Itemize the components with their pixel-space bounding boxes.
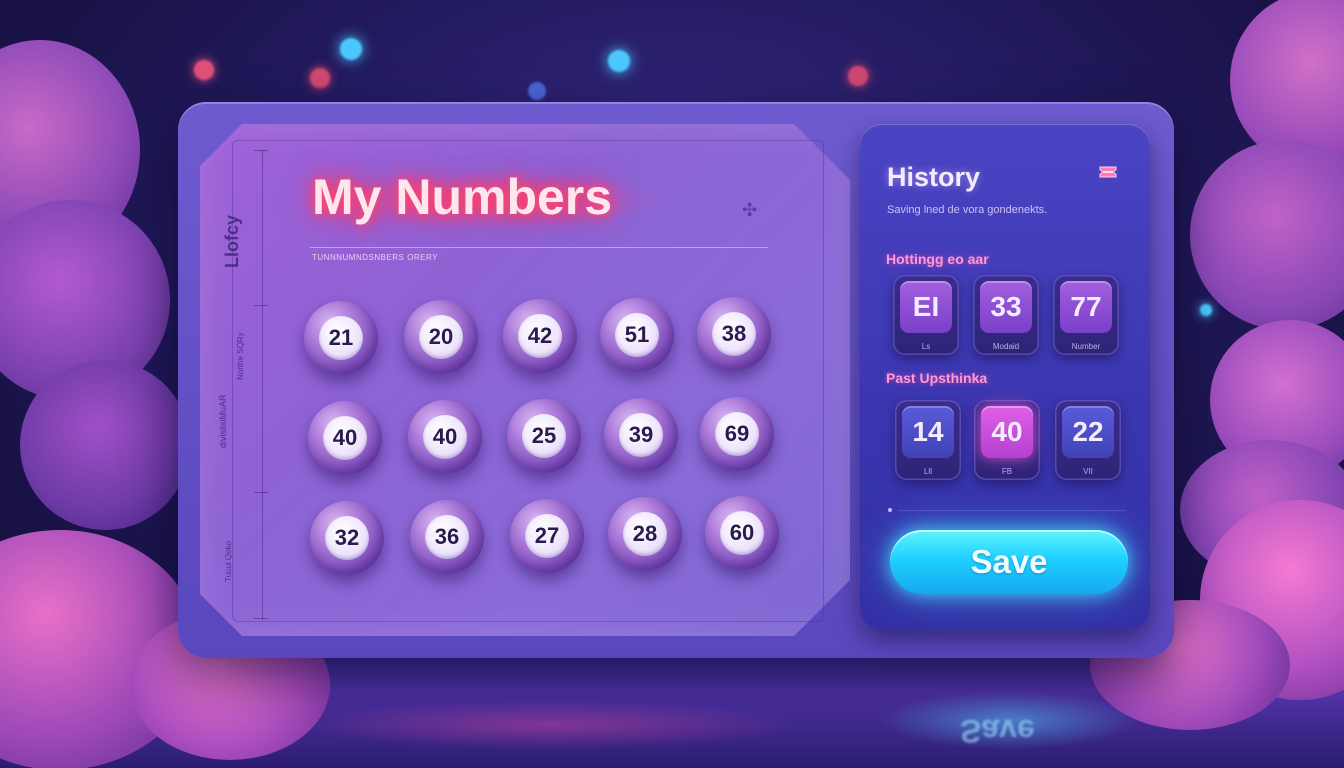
rule-tick	[254, 618, 268, 619]
ball-number: 25	[522, 414, 566, 458]
light-dot	[528, 82, 546, 100]
chip-value: 33	[980, 281, 1032, 333]
past-number-chip-selected[interactable]: 40 FB	[974, 400, 1040, 480]
vertical-label: Llofcy	[222, 214, 242, 268]
hot-number-chip[interactable]: 33 Modaid	[973, 275, 1039, 355]
ball-number: 40	[423, 415, 467, 459]
history-description: Saving lned de vora gondenekts.	[887, 204, 1048, 216]
ball-number: 28	[623, 512, 667, 556]
light-dot	[340, 38, 362, 60]
ticket-icon[interactable]	[1096, 160, 1120, 184]
chip-caption: Modaid	[992, 342, 1020, 351]
sparkle-icon: ✣	[742, 200, 758, 221]
number-ball[interactable]: 36	[410, 500, 484, 574]
chip-value: 22	[1062, 406, 1114, 458]
ball-number: 51	[615, 313, 659, 357]
ball-number: 42	[518, 314, 562, 358]
hot-numbers-label: Hottingg eo aar	[886, 251, 989, 267]
number-ball[interactable]: 38	[697, 297, 771, 371]
chip-value: 40	[981, 406, 1033, 458]
chip-caption: Number	[1071, 342, 1101, 351]
ball-number: 20	[419, 315, 463, 359]
vertical-label: Northe SQRy	[236, 332, 245, 380]
vertical-label: Tuuui Qoko	[224, 540, 233, 582]
past-number-chip[interactable]: 14 Lll	[895, 400, 961, 480]
chip-value: 14	[902, 406, 954, 458]
light-dot	[194, 60, 214, 80]
light-dot	[1200, 304, 1212, 316]
chip-caption: Lll	[923, 467, 932, 476]
light-dot	[310, 68, 330, 88]
past-numbers-label: Past Upsthinka	[886, 370, 988, 386]
ball-number: 32	[325, 516, 369, 560]
chip-value: 77	[1060, 281, 1112, 333]
ball-number: 69	[715, 412, 759, 456]
number-ball[interactable]: 40	[408, 400, 482, 474]
number-ball[interactable]: 39	[604, 398, 678, 472]
indicator-dot	[888, 508, 892, 512]
number-ball[interactable]: 51	[600, 298, 674, 372]
rule-tick	[254, 492, 268, 493]
ball-number: 38	[712, 312, 756, 356]
number-ball[interactable]: 42	[503, 299, 577, 373]
cloud	[20, 360, 190, 530]
chip-caption: FB	[1001, 467, 1013, 476]
number-ball[interactable]: 21	[304, 301, 378, 375]
side-rule	[262, 150, 263, 620]
panel-divider	[898, 510, 1126, 511]
chip-caption: Ls	[921, 342, 931, 351]
number-ball[interactable]: 20	[404, 300, 478, 374]
ball-number: 27	[525, 514, 569, 558]
number-ball[interactable]: 28	[608, 497, 682, 571]
ball-number: 60	[720, 511, 764, 555]
number-ball[interactable]: 25	[507, 399, 581, 473]
ball-number: 36	[425, 515, 469, 559]
subtitle: TUNNNUMNDSNBERS ORERY	[312, 253, 438, 262]
floor-glow-pink	[300, 700, 800, 750]
chip-value: EI	[900, 281, 952, 333]
past-number-chip[interactable]: 22 VII	[1055, 400, 1121, 480]
page-title: My Numbers	[312, 169, 613, 225]
save-button[interactable]: Save	[890, 530, 1128, 594]
chip-caption: VII	[1083, 467, 1093, 476]
number-ball[interactable]: 27	[510, 499, 584, 573]
title-divider	[310, 247, 768, 248]
rule-tick	[254, 150, 268, 151]
number-ball[interactable]: 69	[700, 397, 774, 471]
ball-number: 21	[319, 316, 363, 360]
rule-tick	[254, 305, 268, 306]
cloud	[1190, 140, 1344, 330]
ball-number: 39	[619, 413, 663, 457]
number-ball[interactable]: 60	[705, 496, 779, 570]
number-ball[interactable]: 32	[310, 501, 384, 575]
hot-number-chip[interactable]: EI Ls	[893, 275, 959, 355]
save-reflection: Save	[960, 713, 1035, 749]
ball-number: 40	[323, 416, 367, 460]
light-dot	[848, 66, 868, 86]
number-ball[interactable]: 40	[308, 401, 382, 475]
history-title: History	[887, 162, 981, 192]
vertical-label: divislisiMuAR	[218, 394, 228, 448]
light-dot	[608, 50, 630, 72]
hot-number-chip[interactable]: 77 Number	[1053, 275, 1119, 355]
